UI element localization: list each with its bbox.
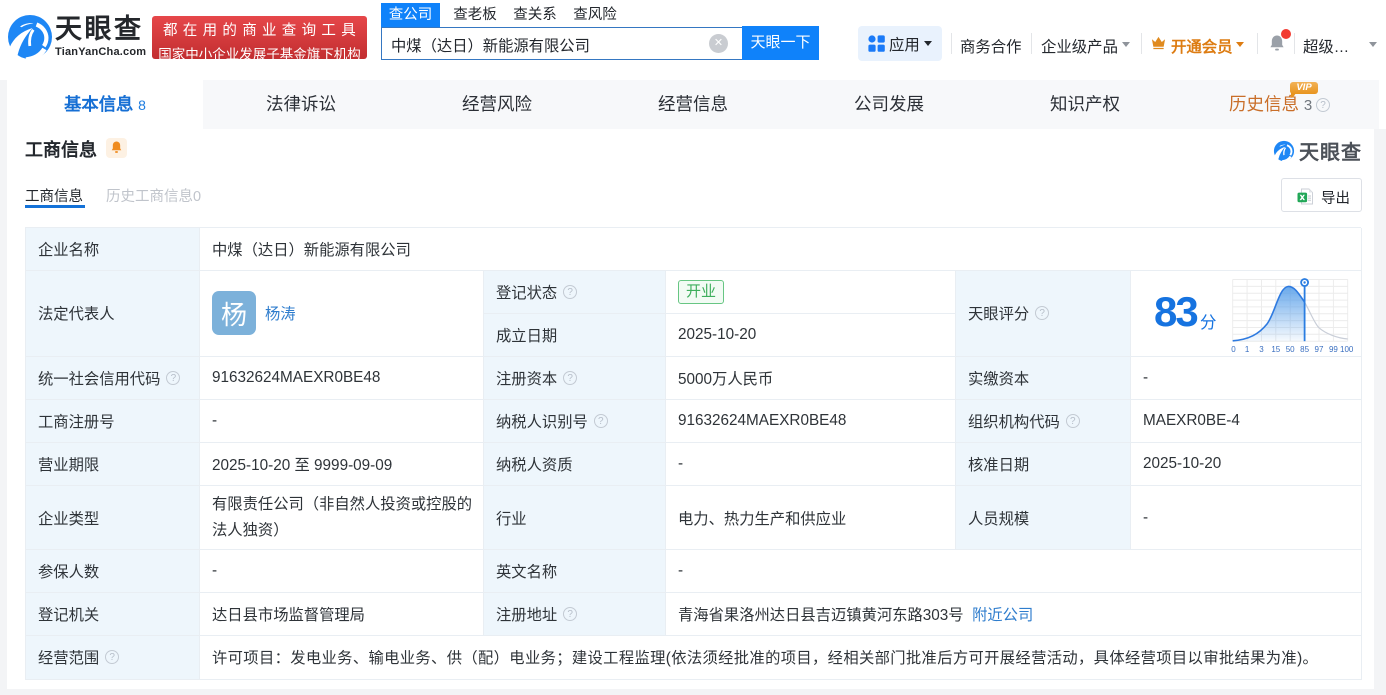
- svg-text:99: 99: [1329, 345, 1338, 354]
- svg-text:97: 97: [1315, 345, 1324, 354]
- svg-text:50: 50: [1286, 345, 1295, 354]
- svg-text:15: 15: [1271, 345, 1280, 354]
- svg-text:100: 100: [1340, 345, 1354, 354]
- svg-text:85: 85: [1300, 345, 1309, 354]
- svg-text:1: 1: [1245, 345, 1250, 354]
- svg-text:0: 0: [1231, 345, 1236, 354]
- svg-text:3: 3: [1259, 345, 1264, 354]
